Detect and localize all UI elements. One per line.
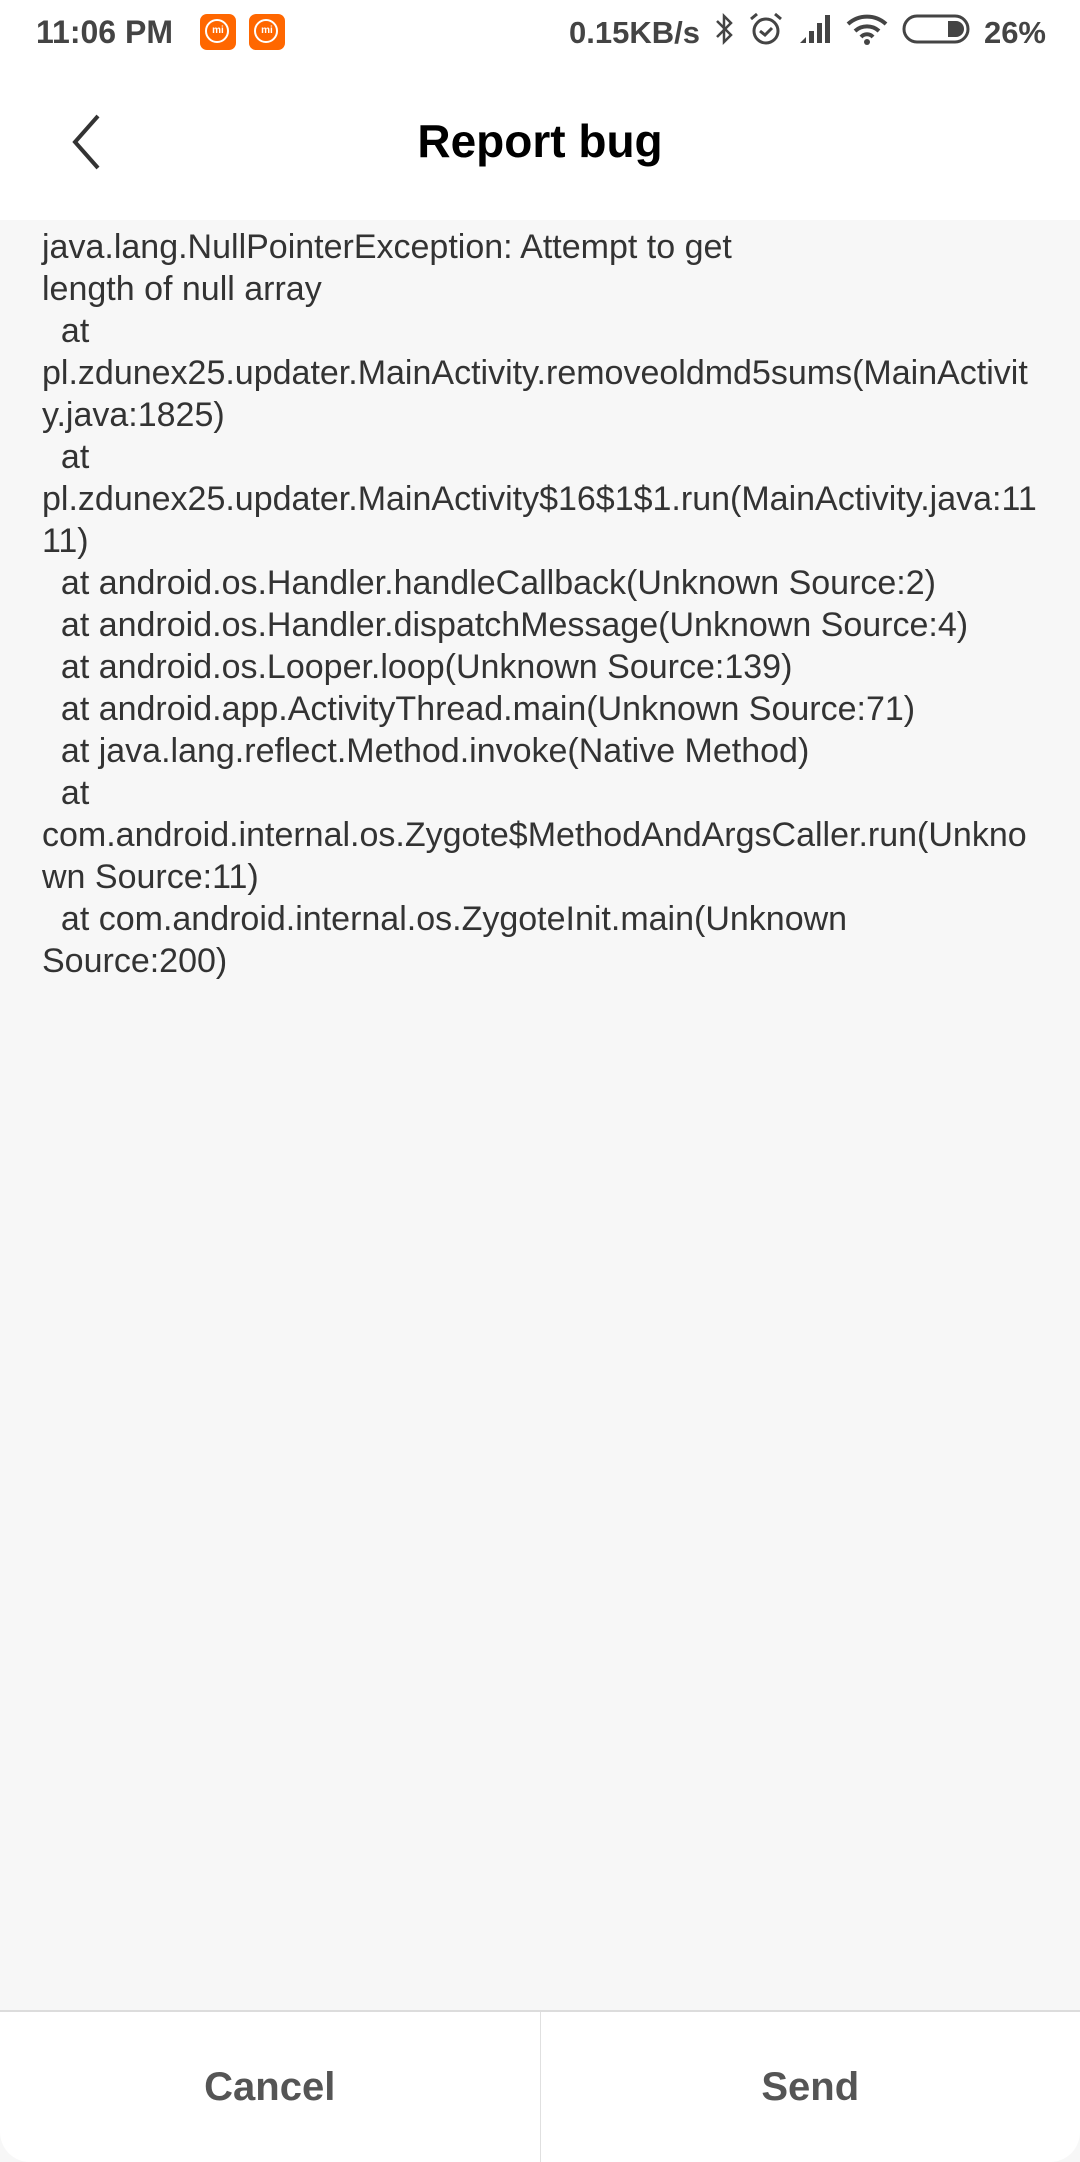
app-header: Report bug	[0, 70, 1080, 220]
status-bar: 11:06 PM mi mi 0.15KB/s 26%	[0, 0, 1080, 70]
send-button[interactable]: Send	[540, 2012, 1080, 2162]
network-speed: 0.15KB/s	[569, 15, 700, 51]
wifi-icon	[846, 12, 888, 54]
battery-icon	[902, 13, 970, 53]
action-bar: Cancel Send	[0, 2010, 1080, 2162]
mi-app-icon: mi	[200, 14, 236, 50]
battery-percent: 26%	[984, 15, 1046, 51]
bluetooth-icon	[714, 12, 734, 54]
mi-app-icon: mi	[249, 14, 285, 50]
status-icons: 0.15KB/s 26%	[569, 12, 1046, 54]
cancel-button[interactable]: Cancel	[0, 2012, 540, 2162]
page-title: Report bug	[0, 114, 1080, 168]
stack-trace-text: java.lang.NullPointerException: Attempt …	[42, 226, 1042, 982]
status-time: 11:06 PM	[36, 14, 173, 51]
alarm-icon	[748, 11, 784, 55]
signal-icon	[798, 13, 832, 53]
